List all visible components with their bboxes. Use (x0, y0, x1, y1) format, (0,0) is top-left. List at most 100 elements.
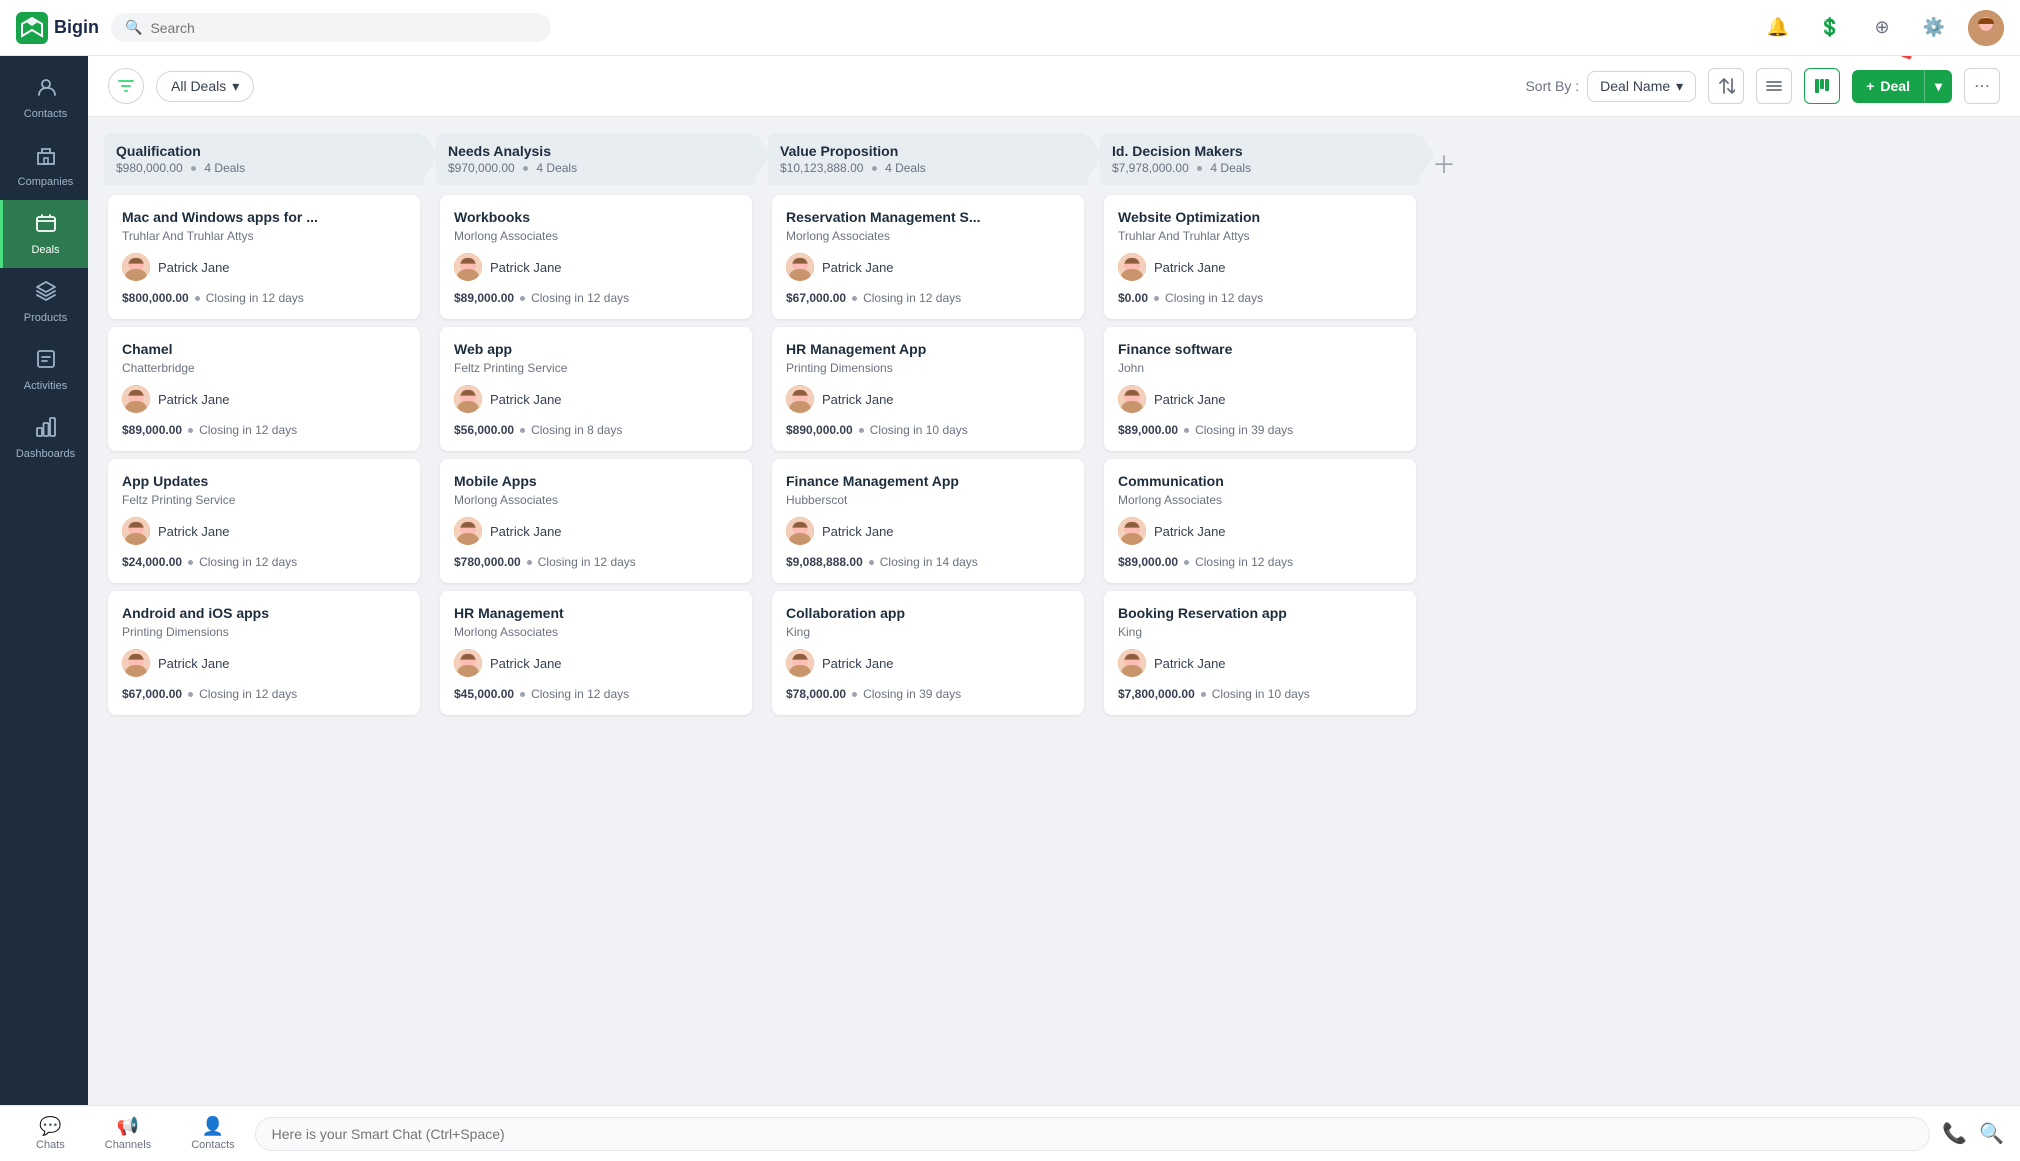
deal-dot (520, 296, 525, 301)
deal-company: Truhlar And Truhlar Attys (122, 229, 406, 243)
app-logo[interactable]: Bigin (16, 12, 99, 44)
add-column-button[interactable]: ＋ (1432, 133, 1472, 1089)
deal-dot (188, 428, 193, 433)
deal-footer: $780,000.00 Closing in 12 days (454, 555, 738, 569)
deal-closing: Closing in 12 days (199, 687, 297, 701)
dollar-circle-icon[interactable]: 💲 (1812, 10, 1848, 46)
deal-owner: Patrick Jane (454, 253, 738, 281)
sidebar-item-contacts[interactable]: Contacts (0, 64, 88, 132)
table-row[interactable]: Finance Management App Hubberscot Patric… (772, 459, 1084, 583)
app-name: Bigin (54, 17, 99, 38)
notification-bell-icon[interactable]: 🔔 (1760, 10, 1796, 46)
deal-company: King (1118, 625, 1402, 639)
smart-chat-input[interactable] (255, 1117, 1931, 1151)
column-meta: $10,123,888.00 4 Deals (780, 161, 926, 175)
sidebar: Contacts Companies Deals (0, 56, 88, 1105)
column-cards-id_decision_makers: Website Optimization Truhlar And Truhlar… (1100, 187, 1420, 1089)
owner-name: Patrick Jane (490, 260, 562, 275)
sidebar-item-dashboards[interactable]: Dashboards (0, 404, 88, 472)
table-row[interactable]: Communication Morlong Associates Patrick… (1104, 459, 1416, 583)
deal-owner: Patrick Jane (454, 517, 738, 545)
table-row[interactable]: Web app Feltz Printing Service Patrick J… (440, 327, 752, 451)
sidebar-item-companies[interactable]: Companies (0, 132, 88, 200)
contacts-bottom-icon: 👤 (202, 1116, 224, 1137)
deal-closing: Closing in 12 days (1165, 291, 1263, 305)
deal-owner: Patrick Jane (1118, 253, 1402, 281)
contacts-bottom-label: Contacts (191, 1139, 234, 1151)
table-row[interactable]: Mac and Windows apps for ... Truhlar And… (108, 195, 420, 319)
avatar (786, 649, 814, 677)
chevron-down-icon: ▾ (232, 78, 239, 95)
column-header-value_proposition: Value Proposition $10,123,888.00 4 Deals (768, 133, 1088, 185)
owner-name: Patrick Jane (158, 656, 230, 671)
channels-tab[interactable]: 📢 Channels (85, 1110, 171, 1157)
settings-gear-icon[interactable]: ⚙️ (1916, 10, 1952, 46)
deal-owner: Patrick Jane (786, 385, 1070, 413)
table-row[interactable]: Android and iOS apps Printing Dimensions… (108, 591, 420, 715)
deal-owner: Patrick Jane (1118, 385, 1402, 413)
filter-button[interactable] (108, 68, 144, 104)
deal-dot (520, 428, 525, 433)
kanban-column-id_decision_makers: Id. Decision Makers $7,978,000.00 4 Deal… (1100, 133, 1420, 1089)
sidebar-item-activities[interactable]: Activities (0, 336, 88, 404)
table-row[interactable]: Mobile Apps Morlong Associates Patrick J… (440, 459, 752, 583)
all-deals-dropdown[interactable]: All Deals ▾ (156, 71, 254, 102)
table-row[interactable]: HR Management App Printing Dimensions Pa… (772, 327, 1084, 451)
more-options-button[interactable]: ⋯ (1964, 68, 2000, 104)
deal-footer: $78,000.00 Closing in 39 days (786, 687, 1070, 701)
column-title: Needs Analysis (448, 143, 577, 159)
table-row[interactable]: Website Optimization Truhlar And Truhlar… (1104, 195, 1416, 319)
deal-closing: Closing in 12 days (531, 687, 629, 701)
chats-tab[interactable]: 💬 Chats (16, 1110, 85, 1157)
table-row[interactable]: HR Management Morlong Associates Patrick… (440, 591, 752, 715)
search-bar[interactable]: 🔍 (111, 13, 551, 42)
contacts-bottom-tab[interactable]: 👤 Contacts (171, 1110, 254, 1157)
deal-closing: Closing in 14 days (880, 555, 978, 569)
deal-amount: $89,000.00 (122, 423, 182, 437)
sort-dropdown[interactable]: Deal Name ▾ (1587, 71, 1696, 102)
avatar (1118, 385, 1146, 413)
deal-footer: $67,000.00 Closing in 12 days (122, 687, 406, 701)
search-input[interactable] (150, 20, 537, 36)
table-row[interactable]: Booking Reservation app King Patrick Jan… (1104, 591, 1416, 715)
table-row[interactable]: Collaboration app King Patrick Jane $78,… (772, 591, 1084, 715)
table-row[interactable]: Reservation Management S... Morlong Asso… (772, 195, 1084, 319)
deal-company: Morlong Associates (1118, 493, 1402, 507)
kanban-view-button[interactable] (1804, 68, 1840, 104)
table-row[interactable]: Workbooks Morlong Associates Patrick Jan… (440, 195, 752, 319)
deal-footer: $45,000.00 Closing in 12 days (454, 687, 738, 701)
owner-name: Patrick Jane (1154, 524, 1226, 539)
topbar: Bigin 🔍 🔔 💲 ⊕ ⚙️ (0, 0, 2020, 56)
column-cards-value_proposition: Reservation Management S... Morlong Asso… (768, 187, 1088, 1089)
column-meta: $7,978,000.00 4 Deals (1112, 161, 1251, 175)
add-deal-label: Deal (1880, 78, 1910, 94)
table-row[interactable]: Chamel Chatterbridge Patrick Jane $89,00… (108, 327, 420, 451)
deal-company: Truhlar And Truhlar Attys (1118, 229, 1402, 243)
sort-order-toggle[interactable] (1708, 68, 1744, 104)
chats-label: Chats (36, 1139, 65, 1151)
add-deal-dropdown-arrow[interactable]: ▾ (1925, 70, 1952, 103)
user-avatar[interactable] (1968, 10, 2004, 46)
avatar (122, 253, 150, 281)
sort-by-label: Sort By : (1525, 78, 1579, 94)
phone-icon[interactable]: 📞 (1942, 1121, 1967, 1146)
deal-dot (188, 560, 193, 565)
add-deal-main[interactable]: + Deal (1852, 70, 1925, 102)
table-row[interactable]: Finance software John Patrick Jane $89,0… (1104, 327, 1416, 451)
add-deal-button[interactable]: + Deal ▾ (1852, 70, 1952, 103)
deal-closing: Closing in 8 days (531, 423, 622, 437)
plus-circle-icon[interactable]: ⊕ (1864, 10, 1900, 46)
products-icon (35, 280, 57, 308)
search-bottom-icon[interactable]: 🔍 (1979, 1121, 2004, 1146)
deal-name: Mobile Apps (454, 473, 738, 489)
sidebar-item-deals[interactable]: Deals (0, 200, 88, 268)
list-view-button[interactable] (1756, 68, 1792, 104)
avatar (454, 385, 482, 413)
deal-footer: $56,000.00 Closing in 8 days (454, 423, 738, 437)
deal-name: Android and iOS apps (122, 605, 406, 621)
deal-dot (1201, 692, 1206, 697)
sidebar-item-products[interactable]: Products (0, 268, 88, 336)
table-row[interactable]: App Updates Feltz Printing Service Patri… (108, 459, 420, 583)
deal-closing: Closing in 39 days (863, 687, 961, 701)
deal-footer: $0.00 Closing in 12 days (1118, 291, 1402, 305)
